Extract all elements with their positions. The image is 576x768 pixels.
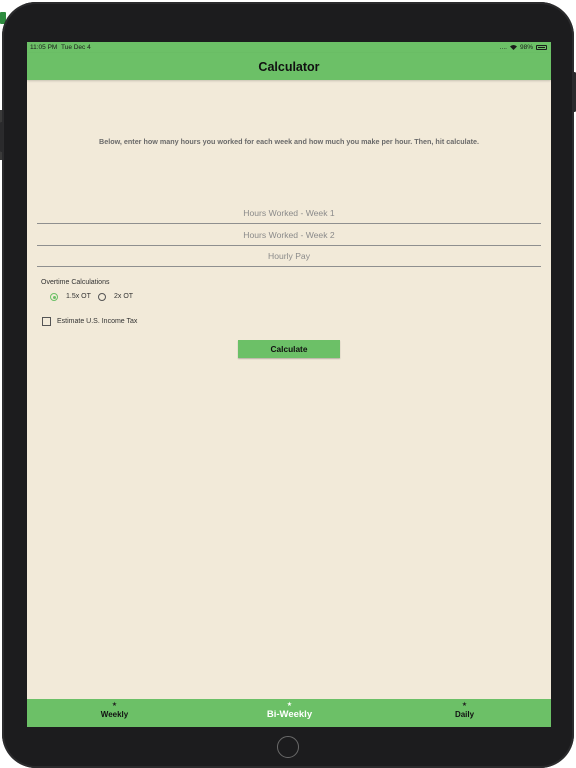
ot-2x-label: 2x OT xyxy=(114,293,134,300)
status-bar: 11:05 PM Tue Dec 4 .... 98% xyxy=(27,42,551,53)
ot-1-5x-radio[interactable] xyxy=(50,293,58,301)
star-icon: ★ xyxy=(111,702,118,708)
hourly-pay-input[interactable] xyxy=(37,246,541,267)
tab-weekly-label: Weekly xyxy=(100,710,129,719)
income-tax-checkbox[interactable] xyxy=(42,317,51,326)
tab-bar: ★ Weekly ★ Bi-Weekly ★ Daily xyxy=(27,699,551,727)
navigation-bar: Calculator xyxy=(27,53,551,80)
status-time-date: 11:05 PM Tue Dec 4 xyxy=(30,44,91,51)
page-title: Calculator xyxy=(258,59,320,74)
home-button[interactable] xyxy=(277,736,299,758)
app-screen: 11:05 PM Tue Dec 4 .... 98% Calculator B… xyxy=(27,42,551,727)
tab-weekly[interactable]: ★ Weekly xyxy=(72,699,157,727)
battery-icon xyxy=(536,45,547,50)
hours-week1-input[interactable] xyxy=(37,203,541,224)
ot-1-5x-label: 1.5x OT xyxy=(66,293,91,300)
overtime-label: Overtime Calculations xyxy=(41,279,110,286)
instructions-text: Below, enter how many hours you worked f… xyxy=(99,137,479,146)
ot-2x-radio[interactable] xyxy=(98,293,106,301)
wifi-icon xyxy=(509,45,517,50)
hours-week2-input[interactable] xyxy=(37,225,541,246)
tab-bi-weekly[interactable]: ★ Bi-Weekly xyxy=(247,699,332,727)
star-icon: ★ xyxy=(286,702,293,708)
battery-percent: 98% xyxy=(519,44,533,51)
signal-indicator: .... xyxy=(499,44,507,51)
status-indicators: .... 98% xyxy=(500,42,547,53)
star-icon: ★ xyxy=(461,702,468,708)
income-tax-label: Estimate U.S. Income Tax xyxy=(57,318,138,325)
tab-daily[interactable]: ★ Daily xyxy=(422,699,507,727)
volume-button xyxy=(0,122,3,152)
tab-daily-label: Daily xyxy=(454,710,475,719)
tab-bi-weekly-label: Bi-Weekly xyxy=(266,709,313,720)
calculate-button[interactable]: Calculate xyxy=(238,340,340,358)
